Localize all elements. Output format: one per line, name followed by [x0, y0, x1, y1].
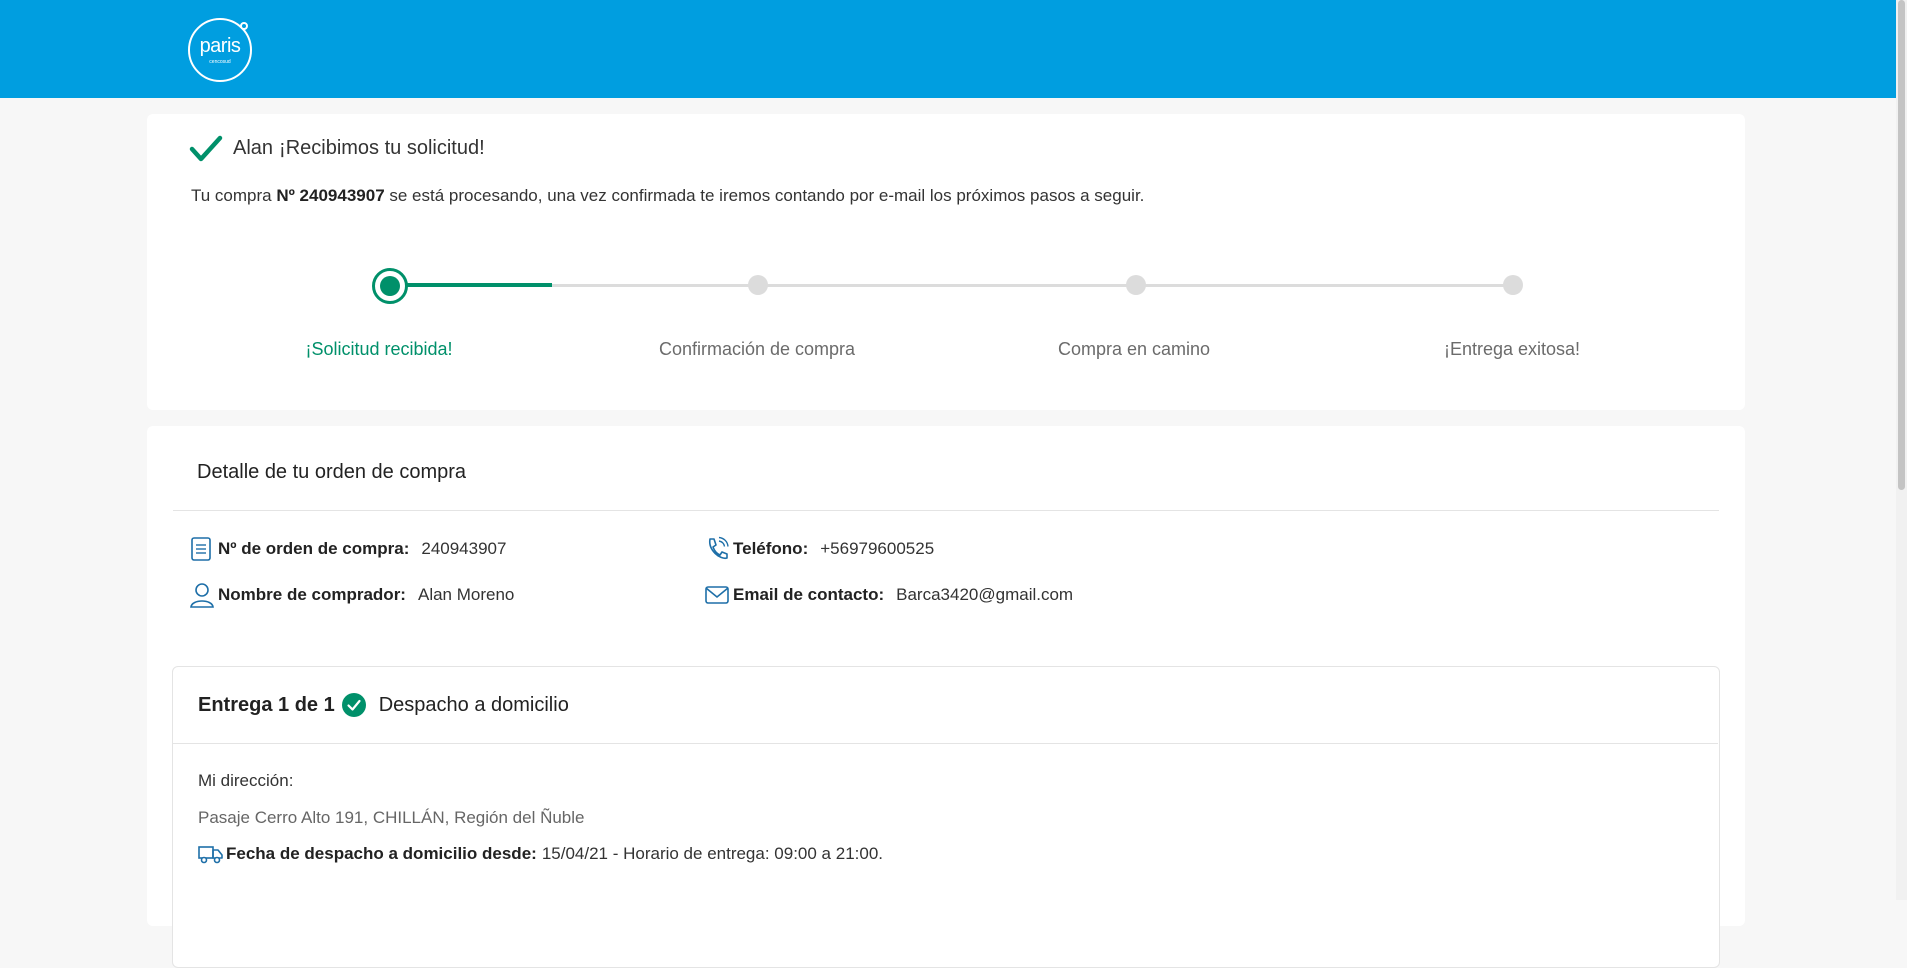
ship-date-row: Fecha de despacho a domicilio desde: 15/…	[198, 843, 883, 865]
step-marker-2	[748, 275, 768, 295]
step-label-2: Confirmación de compra	[658, 339, 856, 359]
progress-track	[390, 284, 1514, 287]
phone-icon	[709, 536, 729, 560]
detail-divider	[173, 510, 1719, 511]
customer-name: Alan	[233, 137, 274, 159]
address-label: Mi dirección:	[198, 771, 294, 790]
buyer-row: Nombre de comprador: Alan Moreno	[190, 582, 514, 608]
phone-value: +56979600525	[820, 539, 935, 558]
confirmation-intro: Tu compra Nº 240943907 se está procesand…	[191, 186, 1144, 206]
receipt-icon	[191, 537, 211, 561]
buyer-label: Nombre de comprador:	[218, 585, 406, 604]
step-marker-3	[1126, 275, 1146, 295]
logo-subtext: cencosud	[209, 59, 231, 65]
email-label: Email de contacto:	[733, 585, 885, 604]
intro-suffix: se está procesando, una vez confirmada t…	[384, 186, 1145, 205]
delivery-heading: Entrega 1 de 1 Despacho a domicilio	[198, 692, 569, 718]
step-label-4: ¡Entrega exitosa!	[1443, 339, 1581, 359]
ship-date-value: 15/04/21 - Horario de entrega: 09:00 a 2…	[541, 844, 883, 863]
check-icon	[189, 135, 223, 162]
email-value: Barca3420@gmail.com	[896, 585, 1074, 604]
phone-row: Teléfono: +56979600525	[705, 536, 934, 562]
truck-icon	[198, 846, 223, 864]
delivery-type: Despacho a domicilio	[378, 693, 569, 716]
delivery-count: Entrega 1 de 1	[198, 693, 335, 716]
mail-icon	[705, 586, 729, 604]
confirmation-message: ¡Recibimos tu solicitud!	[279, 137, 485, 159]
intro-prefix: Tu compra	[191, 186, 277, 205]
check-circle-icon	[341, 693, 366, 717]
step-marker-1	[372, 268, 408, 304]
ship-date-label: Fecha de despacho a domicilio desde:	[226, 844, 537, 863]
progress-track-filled	[390, 283, 552, 287]
email-row: Email de contacto: Barca3420@gmail.com	[705, 582, 1073, 608]
order-detail-title: Detalle de tu orden de compra	[197, 461, 467, 483]
step-label-3: Compra en camino	[1057, 339, 1211, 359]
phone-label: Teléfono:	[733, 539, 809, 558]
order-number-label: Nº de orden de compra:	[218, 539, 410, 558]
address-value: Pasaje Cerro Alto 191, CHILLÁN, Región d…	[198, 808, 585, 827]
logo-dot	[240, 22, 248, 30]
step-marker-4	[1503, 275, 1523, 295]
order-number-bold: Nº 240943907	[276, 186, 385, 205]
order-number-value: 240943907	[421, 539, 507, 558]
order-number-row: Nº de orden de compra: 240943907	[190, 536, 506, 562]
scrollbar-thumb[interactable]	[1898, 0, 1905, 490]
page-scrollbar[interactable]	[1896, 0, 1907, 900]
buyer-value: Alan Moreno	[417, 585, 515, 604]
step-label-1: ¡Solicitud recibida!	[305, 339, 453, 359]
paris-logo[interactable]: paris cencosud	[188, 18, 252, 82]
user-icon	[190, 583, 214, 608]
logo-text: paris	[199, 35, 241, 57]
delivery-divider	[173, 743, 1718, 744]
site-header: paris cencosud	[0, 0, 1896, 98]
confirmation-heading: Alan ¡Recibimos tu solicitud!	[233, 137, 485, 160]
